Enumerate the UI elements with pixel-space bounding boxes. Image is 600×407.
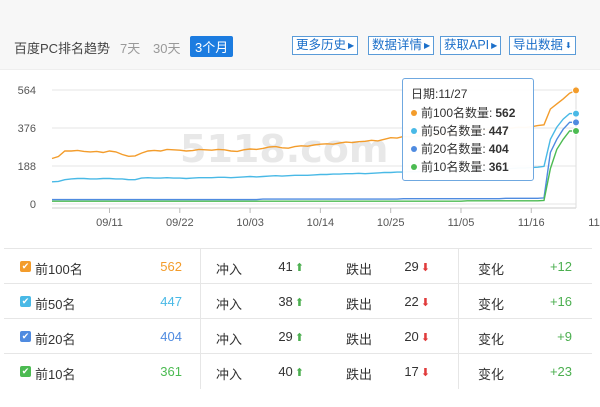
row-name: 前20名 xyxy=(35,332,76,347)
x-tick-label: 11/05 xyxy=(448,217,475,229)
x-tick-label: 09/22 xyxy=(166,217,194,229)
x-tick-label: 10/03 xyxy=(236,217,264,229)
change-value: +9 xyxy=(557,329,572,344)
table-row: ✔ 前10名 361 冲入 40 ⬆ 跌出 17 ⬇ 变化 +23 xyxy=(4,353,592,389)
arrow-down-icon: ⬇ xyxy=(420,297,430,309)
range-tab-7d[interactable]: 7天 xyxy=(120,38,140,57)
legend-dot-icon xyxy=(411,110,417,116)
y-tick-label: 188 xyxy=(18,161,36,173)
in-label: 冲入 xyxy=(216,297,243,312)
table-row: ✔ 前20名 404 冲入 29 ⬆ 跌出 20 ⬇ 变化 +9 xyxy=(4,318,592,354)
x-tick-label: 11/27 xyxy=(588,217,600,229)
change-value: +23 xyxy=(549,364,572,379)
arrow-down-icon: ⬇ xyxy=(420,332,430,344)
change-label: 变化 xyxy=(478,367,505,382)
trend-chart: 5118.com 0 188 376 564 09/11 09/22 10/03 10/14 10… xyxy=(0,70,600,248)
tooltip-row: 前50名数量: 447 xyxy=(411,122,525,140)
rank-stats-table: ✔ 前100名 562 冲入 41 ⬆ 跌出 29 ⬇ 变化 +12 ✔ 前50名 … xyxy=(4,248,592,389)
checkbox-top50[interactable]: ✔ xyxy=(20,296,31,307)
x-tick-label: 11/16 xyxy=(518,217,545,229)
row-name: 前100名 xyxy=(35,262,83,277)
chevron-right-icon: ▶ xyxy=(424,41,431,50)
arrow-up-icon: ⬆ xyxy=(294,262,304,274)
out-label: 跌出 xyxy=(346,262,373,277)
divider xyxy=(458,319,459,354)
divider xyxy=(458,354,459,389)
in-value: 41 ⬆ xyxy=(278,259,304,274)
checkbox-top10[interactable]: ✔ xyxy=(20,366,31,377)
export-data-button[interactable]: 导出数据 ⬇ xyxy=(509,36,576,55)
x-tick-label: 10/25 xyxy=(377,217,405,229)
out-value: 17 ⬇ xyxy=(404,364,430,379)
change-label: 变化 xyxy=(478,297,505,312)
series-end-point xyxy=(572,118,580,127)
series-end-point xyxy=(572,109,580,118)
tooltip-row: 前20名数量: 404 xyxy=(411,140,525,158)
y-tick-label: 564 xyxy=(18,85,36,97)
legend-dot-icon xyxy=(411,164,417,170)
divider xyxy=(200,284,201,319)
legend-dot-icon xyxy=(411,146,417,152)
more-history-button[interactable]: 更多历史 ▶ xyxy=(292,36,359,55)
download-icon: ⬇ xyxy=(565,41,572,50)
in-value: 29 ⬆ xyxy=(278,329,304,344)
change-value: +16 xyxy=(549,294,572,309)
divider xyxy=(458,284,459,319)
row-name: 前10名 xyxy=(35,367,76,382)
range-tab-3m[interactable]: 3个月 xyxy=(190,36,234,57)
divider xyxy=(200,249,201,284)
divider xyxy=(200,354,201,389)
watermark-text: 5118.com xyxy=(180,127,388,171)
change-value: +12 xyxy=(549,259,572,274)
out-value: 20 ⬇ xyxy=(404,329,430,344)
data-details-button[interactable]: 数据详情 ▶ xyxy=(368,36,435,55)
chevron-right-icon: ▶ xyxy=(491,41,498,50)
toolbar: 百度PC排名趋势 7天 30天 3个月 更多历史 ▶ 数据详情 ▶ 获取API ▶ 导… xyxy=(0,0,600,70)
arrow-up-icon: ⬆ xyxy=(294,332,304,344)
out-value: 22 ⬇ xyxy=(404,294,430,309)
out-label: 跌出 xyxy=(346,367,373,382)
table-row: ✔ 前50名 447 冲入 38 ⬆ 跌出 22 ⬇ 变化 +16 xyxy=(4,283,592,319)
tooltip-row: 前10名数量: 361 xyxy=(411,158,525,176)
row-value: 361 xyxy=(160,364,182,379)
tooltip-row: 前100名数量: 562 xyxy=(411,104,525,122)
row-name: 前50名 xyxy=(35,297,76,312)
in-value: 38 ⬆ xyxy=(278,294,304,309)
in-value: 40 ⬆ xyxy=(278,364,304,379)
chevron-right-icon: ▶ xyxy=(348,41,355,50)
arrow-up-icon: ⬆ xyxy=(294,297,304,309)
row-value: 447 xyxy=(160,294,182,309)
series-end-point xyxy=(572,86,580,95)
change-label: 变化 xyxy=(478,332,505,347)
in-label: 冲入 xyxy=(216,367,243,382)
y-tick-label: 0 xyxy=(30,199,36,211)
row-value: 404 xyxy=(160,329,182,344)
out-label: 跌出 xyxy=(346,332,373,347)
get-api-button[interactable]: 获取API ▶ xyxy=(440,36,502,55)
arrow-down-icon: ⬇ xyxy=(420,367,430,379)
out-value: 29 ⬇ xyxy=(404,259,430,274)
divider xyxy=(458,249,459,284)
out-label: 跌出 xyxy=(346,297,373,312)
range-tab-30d[interactable]: 30天 xyxy=(153,38,180,57)
in-label: 冲入 xyxy=(216,332,243,347)
in-label: 冲入 xyxy=(216,262,243,277)
change-label: 变化 xyxy=(478,262,505,277)
row-value: 562 xyxy=(160,259,182,274)
checkbox-top100[interactable]: ✔ xyxy=(20,261,31,272)
page-title: 百度PC排名趋势 xyxy=(14,41,111,56)
x-tick-label: 09/11 xyxy=(96,217,123,229)
legend-dot-icon xyxy=(411,128,417,134)
tooltip-date: 日期:11/27 xyxy=(411,87,468,101)
checkbox-top20[interactable]: ✔ xyxy=(20,331,31,342)
table-row: ✔ 前100名 562 冲入 41 ⬆ 跌出 29 ⬇ 变化 +12 xyxy=(4,248,592,284)
arrow-up-icon: ⬆ xyxy=(294,367,304,379)
y-tick-label: 376 xyxy=(18,123,36,135)
x-tick-label: 10/14 xyxy=(307,217,335,229)
divider xyxy=(200,319,201,354)
arrow-down-icon: ⬇ xyxy=(420,262,430,274)
chart-tooltip: 日期:11/27 前100名数量: 562 前50名数量: 447 前20名数量: 4… xyxy=(402,78,534,181)
series-end-point xyxy=(572,127,580,136)
